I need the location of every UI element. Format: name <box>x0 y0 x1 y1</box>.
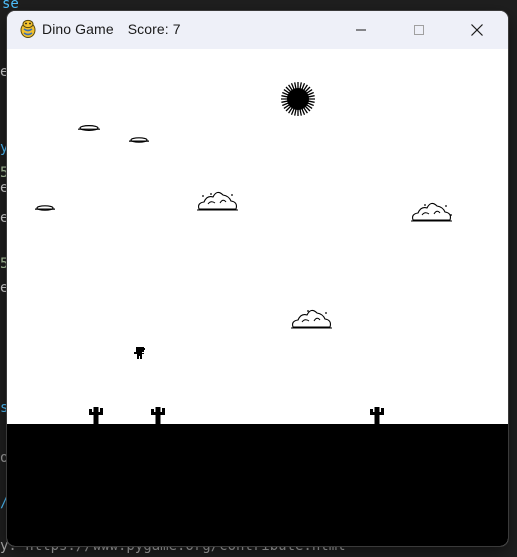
sun-icon <box>281 82 315 116</box>
minimize-button[interactable] <box>332 11 390 49</box>
close-icon <box>471 24 483 36</box>
dino-icon <box>134 347 145 359</box>
pygame-snake-icon <box>20 19 36 38</box>
rock-cloud-icon <box>411 202 452 222</box>
cloud-icon <box>129 137 149 143</box>
score-text: Score: 7 <box>127 21 181 37</box>
cloud-icon <box>35 205 55 211</box>
cactus-icon <box>151 407 165 425</box>
app-name: Dino Game <box>42 21 114 37</box>
close-button[interactable] <box>448 11 506 49</box>
minimize-icon <box>356 29 366 31</box>
ground <box>7 424 508 546</box>
maximize-button[interactable] <box>390 11 448 49</box>
game-window: Dino Game Score: 7 <box>7 11 508 546</box>
title-bar[interactable]: Dino Game Score: 7 <box>7 11 508 49</box>
rock-cloud-icon <box>291 309 332 329</box>
cactus-icon <box>89 407 103 425</box>
maximize-icon <box>414 25 424 35</box>
rock-cloud-icon <box>197 191 238 211</box>
window-title: Dino Game Score: 7 <box>42 21 181 37</box>
cactus-icon <box>370 407 384 425</box>
game-canvas[interactable] <box>7 49 508 546</box>
cloud-icon <box>78 124 100 132</box>
